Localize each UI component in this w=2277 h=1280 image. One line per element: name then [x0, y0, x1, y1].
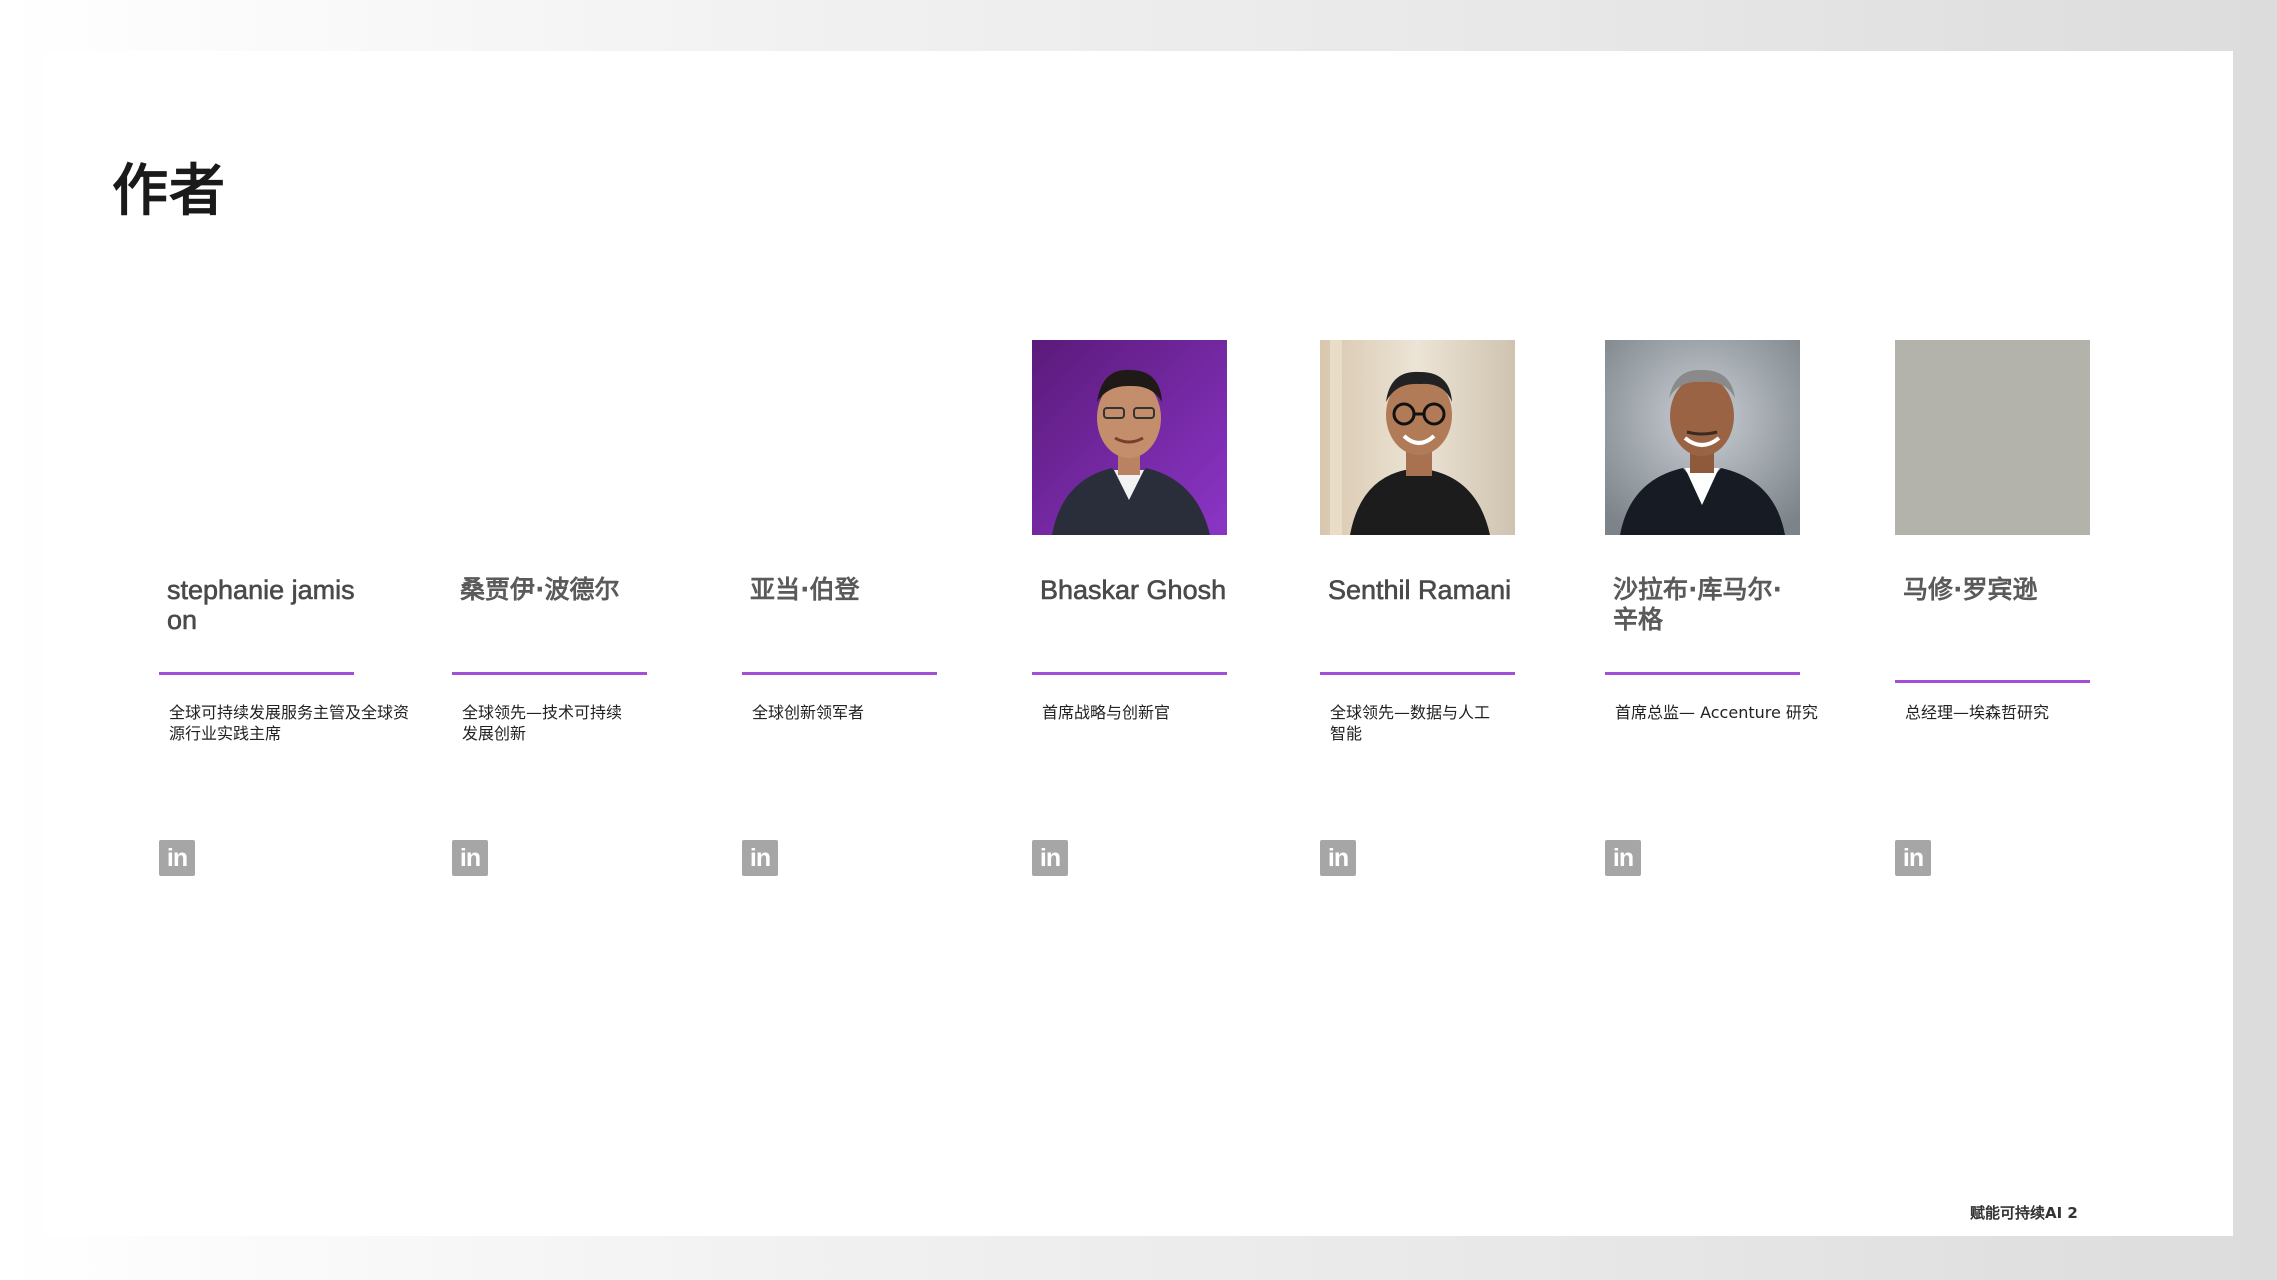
author-role: 首席战略与创新官 [1042, 703, 1171, 722]
author-name: Bhaskar Ghosh [1040, 575, 1227, 606]
author-role: 首席总监— Accenture 研究 [1615, 703, 1818, 722]
page-footer: 赋能可持续AI 2 [1970, 1204, 2078, 1222]
author-card: 马修·罗宾逊 总经理—埃森哲研究 in [1895, 340, 2195, 900]
page-title: 作者 [112, 159, 226, 224]
author-card: stephanie jamison 全球可持续发展服务主管及全球资源行业实践主席… [159, 340, 459, 900]
author-role: 全球创新领军者 [752, 703, 865, 722]
linkedin-icon[interactable]: in [742, 840, 778, 876]
author-name: 马修·罗宾逊 [1903, 575, 2038, 604]
author-name: Senthil Ramani [1328, 575, 1512, 606]
linkedin-icon[interactable]: in [159, 840, 195, 876]
author-role: 总经理—埃森哲研究 [1905, 703, 2050, 722]
author-role: 全球领先—数据与人工智能 [1330, 703, 1491, 743]
accent-divider [452, 672, 647, 675]
author-card: 亚当·伯登 全球创新领军者 in [742, 340, 1042, 900]
author-photo-placeholder [1895, 340, 2090, 535]
accent-divider [1605, 672, 1800, 675]
accent-divider [1032, 672, 1227, 675]
author-name: stephanie jamison [167, 575, 355, 636]
accent-divider [1320, 672, 1515, 675]
author-photo [1605, 340, 1800, 535]
author-photo [1320, 340, 1515, 535]
author-role: 全球领先—技术可持续发展创新 [462, 703, 623, 743]
author-card: Bhaskar Ghosh 首席战略与创新官 in [1032, 340, 1332, 900]
accent-divider [1895, 680, 2090, 683]
linkedin-icon[interactable]: in [1605, 840, 1641, 876]
author-role: 全球可持续发展服务主管及全球资源行业实践主席 [169, 703, 410, 743]
author-card: 沙拉布·库马尔·辛格 首席总监— Accenture 研究 in [1605, 340, 1905, 900]
author-card: Senthil Ramani 全球领先—数据与人工智能 in [1320, 340, 1620, 900]
linkedin-icon[interactable]: in [1895, 840, 1931, 876]
author-name: 亚当·伯登 [750, 575, 860, 604]
author-photo [1032, 340, 1227, 535]
author-name: 桑贾伊·波德尔 [460, 575, 620, 604]
accent-divider [159, 672, 354, 675]
accent-divider [742, 672, 937, 675]
author-name: 沙拉布·库马尔·辛格 [1613, 575, 1782, 634]
linkedin-icon[interactable]: in [1032, 840, 1068, 876]
linkedin-icon[interactable]: in [1320, 840, 1356, 876]
linkedin-icon[interactable]: in [452, 840, 488, 876]
author-card: 桑贾伊·波德尔 全球领先—技术可持续发展创新 in [452, 340, 752, 900]
